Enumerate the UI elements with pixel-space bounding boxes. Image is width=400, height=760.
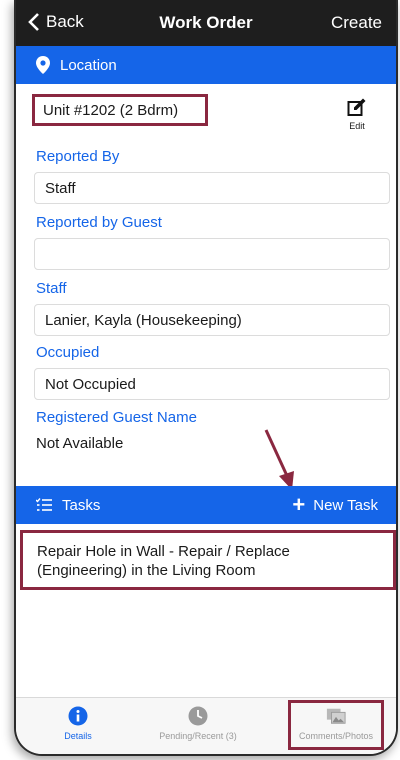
edit-button[interactable]: Edit xyxy=(342,98,372,131)
tab-comments-photos[interactable]: Comments/Photos xyxy=(288,700,384,750)
tasks-label: Tasks xyxy=(62,496,101,514)
tab-details-label: Details xyxy=(64,731,92,741)
new-task-button[interactable]: + New Task xyxy=(292,486,378,524)
staff-label: Staff xyxy=(36,280,67,297)
checklist-icon xyxy=(36,498,52,511)
registered-guest-label: Registered Guest Name xyxy=(36,409,197,426)
tab-photos-label: Comments/Photos xyxy=(298,731,374,741)
tab-pending-label: Pending/Recent (3) xyxy=(159,731,237,741)
unit-value: Unit #1202 (2 Bdrm) xyxy=(32,94,208,126)
tab-pending-recent[interactable]: Pending/Recent (3) xyxy=(138,698,258,754)
tab-bar: Details Pending/Recent (3) Comments/Phot… xyxy=(16,697,396,754)
location-pin-icon xyxy=(36,56,50,74)
location-header: Location xyxy=(16,46,396,84)
edit-icon xyxy=(347,98,366,116)
annotation-arrow xyxy=(264,429,294,490)
registered-guest-value: Not Available xyxy=(36,435,124,452)
info-icon xyxy=(68,706,88,726)
reported-by-guest-field[interactable] xyxy=(34,238,390,270)
reported-by-label: Reported By xyxy=(36,148,120,165)
occupied-field[interactable]: Not Occupied xyxy=(34,368,390,400)
tab-details[interactable]: Details xyxy=(18,698,138,754)
nav-bar: Back Work Order Create xyxy=(16,0,396,46)
new-task-label: New Task xyxy=(313,496,378,514)
reported-by-field[interactable]: Staff xyxy=(34,172,390,204)
task-list-item[interactable]: Repair Hole in Wall - Repair / Replace (… xyxy=(20,530,396,590)
occupied-label: Occupied xyxy=(36,344,100,361)
phone-screen: Back Work Order Create Location Unit #12… xyxy=(14,0,398,756)
reported-by-guest-label: Reported by Guest xyxy=(36,214,162,231)
location-label: Location xyxy=(60,56,117,74)
clock-icon xyxy=(188,706,208,726)
tasks-header: Tasks + New Task xyxy=(16,486,396,524)
create-button[interactable]: Create xyxy=(331,13,382,33)
staff-field[interactable]: Lanier, Kayla (Housekeeping) xyxy=(34,304,390,336)
photos-icon xyxy=(326,708,346,724)
edit-label: Edit xyxy=(349,121,365,131)
plus-icon: + xyxy=(292,492,306,517)
